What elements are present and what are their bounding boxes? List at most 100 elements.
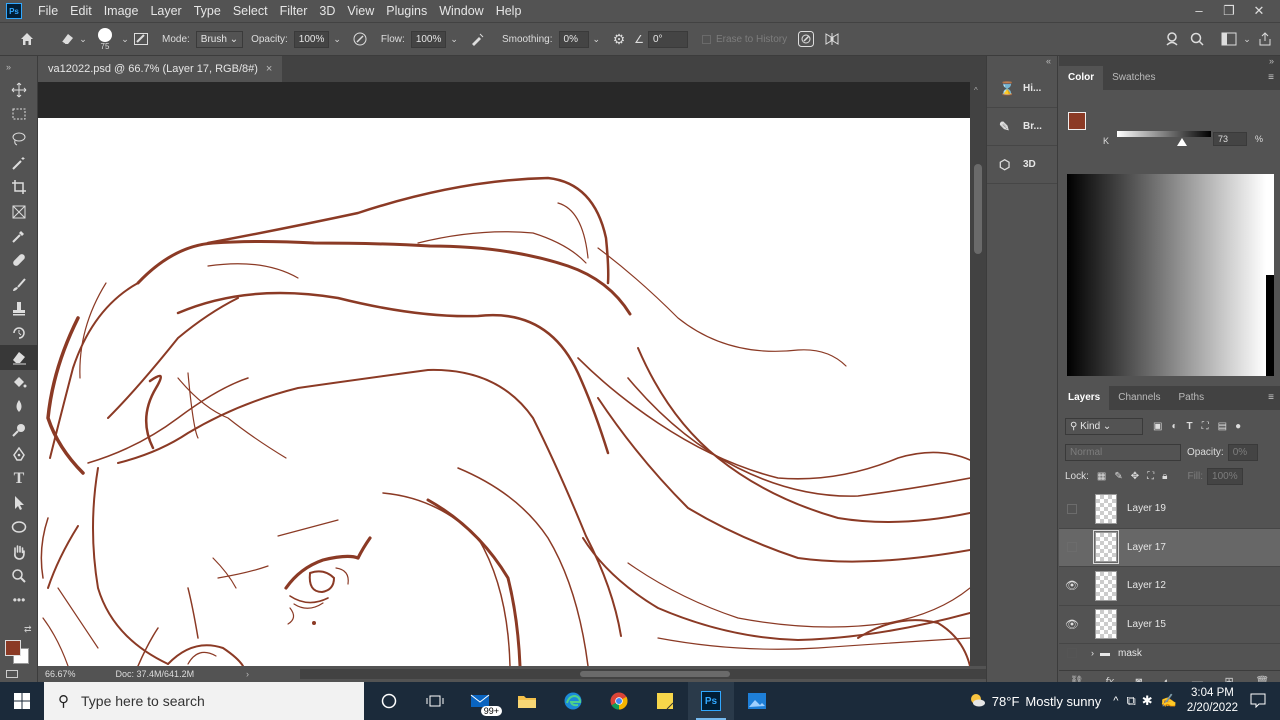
erase-history-checkbox[interactable] [701,34,711,44]
k-slider-thumb[interactable] [1177,138,1187,146]
tab-channels[interactable]: Channels [1109,386,1169,410]
opacity-field[interactable]: 100% [293,30,330,48]
k-value-field[interactable]: 73 [1213,132,1247,146]
zoom-tool-icon[interactable] [0,564,38,588]
brush-tool-icon[interactable] [0,272,38,296]
workspace-icon[interactable] [1218,28,1240,50]
tools-collapse-icon[interactable]: » [0,56,38,78]
tab-swatches[interactable]: Swatches [1103,66,1164,90]
meet-now-icon[interactable]: ⧉ [1126,693,1135,709]
panel-menu-icon[interactable]: ≡ [1259,386,1280,410]
file-explorer-icon[interactable] [504,682,550,720]
lock-transparent-icon[interactable]: ▦ [1097,471,1106,482]
smoothing-field[interactable]: 0% [558,30,589,48]
history-brush-tool-icon[interactable] [0,321,38,345]
color-panel-foreground-swatch[interactable] [1068,112,1086,130]
lock-position-icon[interactable]: ✥ [1131,471,1139,482]
layer-row-12[interactable]: 👁︎ Layer 12 [1059,567,1280,606]
color-ramp-end[interactable] [1266,174,1274,376]
weather-temp[interactable]: 78°F [992,694,1020,709]
filter-toggle-icon[interactable]: ● [1235,421,1241,432]
chevron-down-icon[interactable]: ⌄ [120,28,130,50]
menu-window[interactable]: Window [433,0,489,22]
home-icon[interactable] [14,28,40,50]
eraser-tool-preset-icon[interactable] [56,28,78,50]
network-icon[interactable]: ✱ [1142,693,1153,709]
mail-icon[interactable]: 99+ [458,682,504,720]
layer-row-15[interactable]: 👁︎ Layer 15 [1059,606,1280,644]
angle-field[interactable]: 0° [647,30,688,48]
filter-shape-icon[interactable]: ⛶ [1202,421,1209,432]
gear-icon[interactable]: ⚙ [608,28,630,50]
filter-smart-object-icon[interactable]: ▤ [1218,421,1227,432]
filter-type-icon[interactable]: T [1187,421,1193,432]
tab-layers[interactable]: Layers [1059,386,1110,410]
dodge-tool-icon[interactable] [0,418,38,442]
notifications-icon[interactable] [1250,692,1266,711]
vertical-scrollbar[interactable]: ^ [970,82,986,666]
hand-tool-icon[interactable] [0,540,38,564]
lock-pixels-icon[interactable]: ✎ [1114,471,1122,482]
lasso-tool-icon[interactable] [0,127,38,151]
blend-mode-dropdown[interactable]: Normal [1065,443,1181,461]
k-slider[interactable] [1117,131,1211,137]
swap-colors-icon[interactable]: ⇄ [24,624,32,635]
menu-plugins[interactable]: Plugins [380,0,433,22]
right-panels-collapse-icon[interactable]: » [1059,56,1280,66]
panels-collapse-icon[interactable]: « [987,56,1057,66]
visibility-toggle[interactable] [1067,542,1077,553]
lock-artboard-icon[interactable]: ⛶ [1147,471,1154,482]
cortana-icon[interactable] [366,682,412,720]
horizontal-scrollbar[interactable] [300,669,1000,679]
chevron-down-icon[interactable]: ⌄ [78,28,88,50]
path-selection-tool-icon[interactable] [0,491,38,515]
horizontal-scroll-thumb[interactable] [580,671,730,677]
chevron-down-icon[interactable]: ⌄ [450,34,458,45]
restore-icon[interactable]: ❐ [1214,0,1244,22]
search-icon[interactable] [1186,28,1208,50]
status-arrow-icon[interactable]: › [246,669,249,679]
mode-dropdown[interactable]: Brush ⌄ [195,30,244,48]
brush-settings-icon[interactable] [130,28,152,50]
menu-file[interactable]: File [32,0,64,22]
color-ramp[interactable] [1067,174,1266,376]
layer-opacity-field[interactable]: 0% [1227,443,1258,461]
tab-color[interactable]: Color [1059,66,1104,90]
menu-type[interactable]: Type [188,0,227,22]
flow-field[interactable]: 100% [410,30,447,48]
airbrush-icon[interactable] [466,28,488,50]
menu-layer[interactable]: Layer [144,0,187,22]
brushes-panel-button[interactable]: ✎ Br... [987,108,1057,146]
eraser-tool-icon[interactable] [0,345,38,370]
lock-all-icon[interactable]: 🔒︎ [1162,471,1167,482]
foreground-color-swatch[interactable] [5,640,21,656]
fill-field[interactable]: 100% [1207,467,1243,485]
layer-group-mask[interactable]: › ▬ mask [1059,644,1280,662]
chrome-icon[interactable] [596,682,642,720]
zoom-level[interactable]: 66.67% [45,669,76,679]
minimize-icon[interactable]: – [1184,0,1214,22]
history-panel-button[interactable]: ⌛ Hi... [987,70,1057,108]
edge-browser-icon[interactable] [550,682,596,720]
filter-kind-dropdown[interactable]: ⚲ Kind ⌄ [1065,417,1143,435]
layer-row-19[interactable]: Layer 19 [1059,490,1280,529]
chevron-up-icon[interactable]: ^ [1113,695,1118,707]
taskbar-search-box[interactable]: ⚲ Type here to search [44,682,364,720]
visibility-toggle[interactable] [1067,503,1077,514]
menu-view[interactable]: View [341,0,380,22]
pressure-size-icon[interactable] [795,28,817,50]
type-tool-icon[interactable]: T [0,467,38,491]
paint-bucket-tool-icon[interactable] [0,370,38,394]
quick-mask-icon[interactable] [6,670,18,678]
brush-size-picker[interactable]: 75 [98,27,112,51]
marquee-tool-icon[interactable] [0,102,38,126]
sticky-notes-icon[interactable] [642,682,688,720]
document-canvas[interactable] [38,118,970,666]
menu-3d[interactable]: 3D [313,0,341,22]
share-icon[interactable] [1254,28,1276,50]
clone-stamp-tool-icon[interactable] [0,297,38,321]
blur-tool-icon[interactable] [0,394,38,418]
canvas-area[interactable] [38,82,970,666]
chevron-down-icon[interactable]: ⌄ [333,34,341,45]
magic-wand-tool-icon[interactable] [0,151,38,175]
